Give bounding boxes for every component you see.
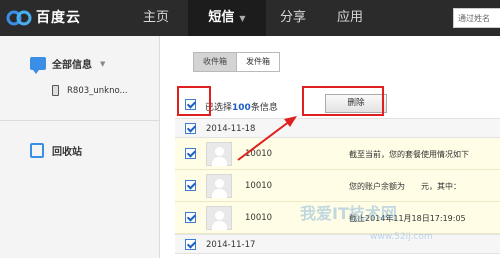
message-icon (30, 57, 46, 74)
mailbox-tabs: 收件箱 发件箱 (193, 52, 280, 72)
sidebar-item-label: 回收站 (52, 147, 82, 158)
sidebar-item-all-messages[interactable]: 全部信息 ▼ (30, 56, 105, 74)
message-checkbox[interactable] (185, 180, 196, 191)
message-checkbox[interactable] (185, 148, 196, 159)
message-row[interactable]: 10010 截至当前，您的套餐使用情况如下 (175, 138, 500, 170)
nav-home[interactable]: 主页 (124, 0, 188, 36)
nav-sms-label: 短信 (208, 10, 235, 25)
sidebar-item-label: 全部信息 (52, 60, 92, 71)
date-label: 2014-11-17 (206, 240, 256, 250)
date-group-header: 2014-11-17 (175, 234, 500, 254)
sender: 10010 (245, 181, 273, 191)
sidebar-item-device[interactable]: R803_unkno... (52, 85, 128, 96)
main-panel: 收件箱 发件箱 已选择100条信息 删除 2014-11-18 10010 截至… (161, 36, 500, 258)
search-input[interactable]: 通过姓名 (453, 8, 500, 28)
baidu-cloud-logo[interactable]: 百度云 (5, 7, 81, 27)
sidebar-divider (0, 120, 159, 121)
sidebar-item-recycle-bin[interactable]: 回收站 (30, 143, 82, 158)
message-row[interactable]: 10010 您的账户余额为 元，其中： (175, 170, 500, 202)
watermark: 我爱IT技术网 (300, 204, 397, 223)
date-group-header: 2014-11-18 (175, 118, 500, 138)
watermark-url: www.52ij.com (370, 232, 433, 242)
nav-sms[interactable]: 短信 ▼ (188, 0, 266, 36)
avatar (206, 174, 232, 198)
nav-app[interactable]: 应用 (320, 0, 380, 36)
select-all-highlight-box (177, 86, 211, 116)
recycle-bin-icon (30, 143, 44, 158)
avatar (206, 206, 232, 230)
message-preview: 您的账户余额为 元，其中： (349, 182, 461, 191)
main-nav: 主页 短信 ▼ 分享 应用 (124, 0, 380, 36)
selected-count: 100 (232, 103, 251, 113)
logo-text: 百度云 (36, 10, 81, 26)
delete-highlight-box (302, 86, 384, 116)
tab-outbox[interactable]: 发件箱 (237, 52, 280, 72)
sender: 10010 (245, 213, 273, 223)
chevron-down-icon[interactable]: ▼ (100, 60, 105, 68)
sender: 10010 (245, 149, 273, 159)
device-label: R803_unkno... (67, 85, 128, 96)
message-preview: 截至当前，您的套餐使用情况如下 (349, 150, 469, 159)
phone-icon (52, 85, 59, 96)
top-bar: 百度云 主页 短信 ▼ 分享 应用 通过姓名 (0, 0, 500, 36)
nav-share[interactable]: 分享 (266, 0, 320, 36)
selection-count: 已选择100条信息 (205, 100, 278, 113)
date-label: 2014-11-18 (206, 124, 256, 134)
date-group-checkbox[interactable] (185, 239, 196, 250)
date-group-checkbox[interactable] (185, 123, 196, 134)
selected-suffix: 条信息 (250, 103, 278, 113)
avatar (206, 142, 232, 166)
tab-inbox[interactable]: 收件箱 (193, 52, 237, 72)
sidebar: 全部信息 ▼ R803_unkno... 回收站 (0, 36, 160, 258)
chevron-down-icon: ▼ (239, 14, 246, 23)
message-checkbox[interactable] (185, 212, 196, 223)
cloud-logo-icon (6, 10, 32, 26)
